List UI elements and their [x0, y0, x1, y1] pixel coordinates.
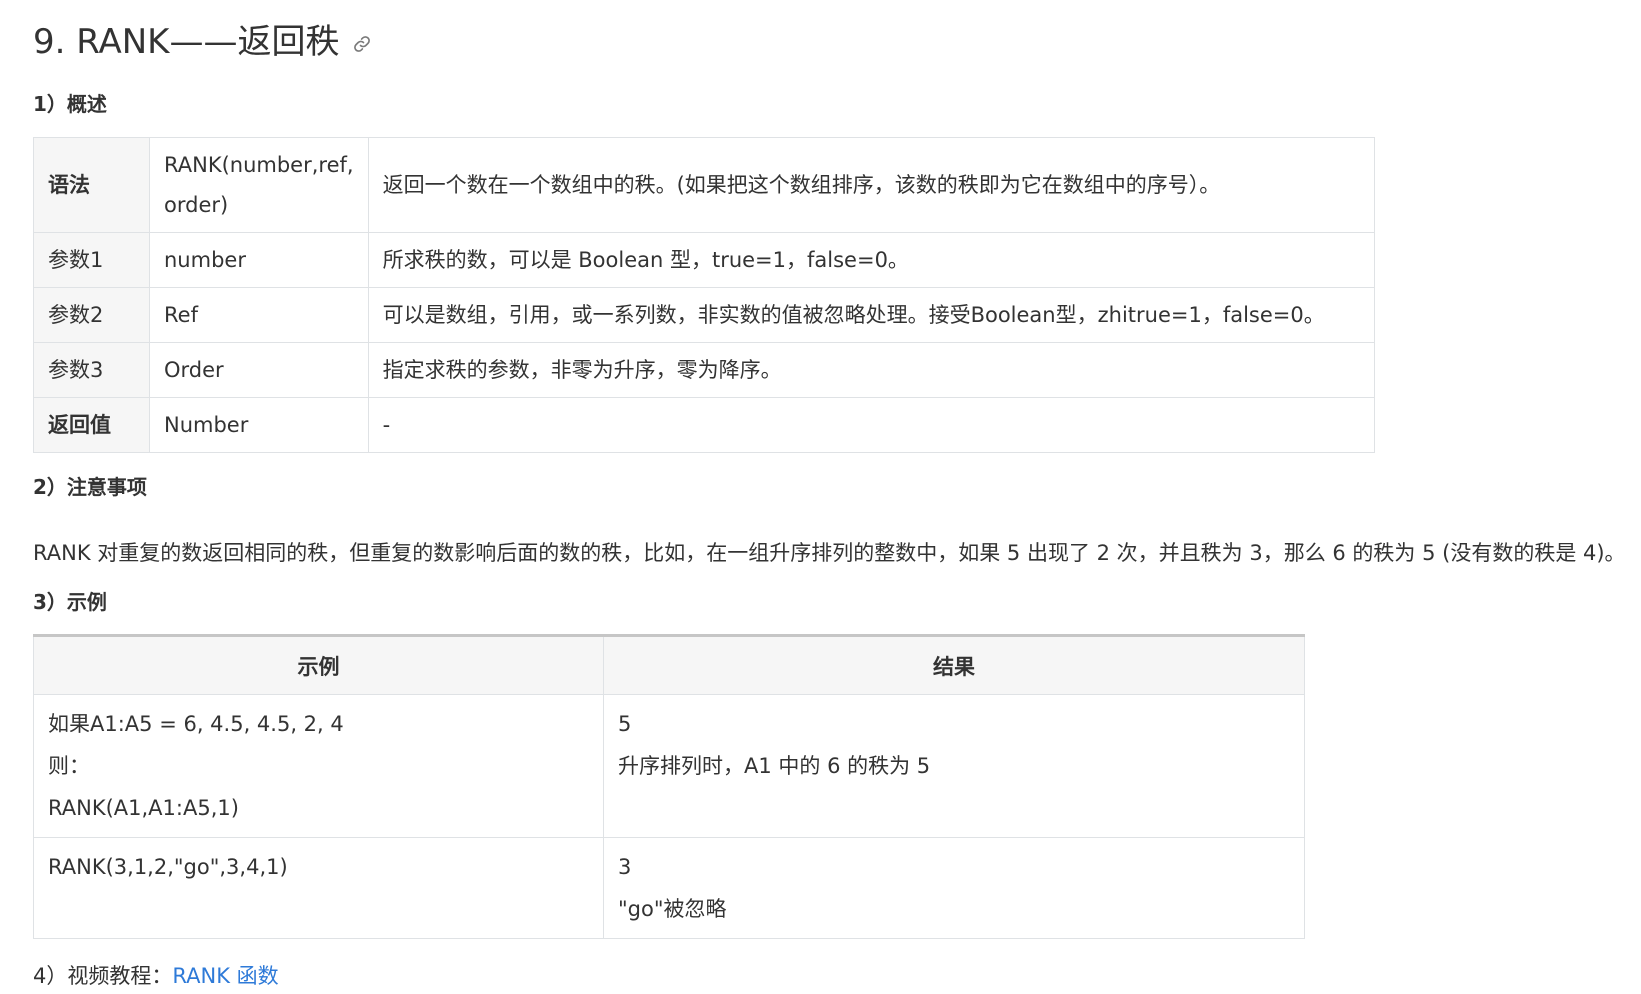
param3-label: 参数3 [33, 342, 150, 398]
table-row: 参数2 Ref 可以是数组，引用，或一系列数，非实数的值被忽略处理。接受Bool… [33, 287, 1376, 343]
syntax-description: 返回一个数在一个数组中的秩。(如果把这个数组排序，该数的秩即为它在数组中的序号）… [367, 137, 1376, 233]
param2-description: 可以是数组，引用，或一系列数，非实数的值被忽略处理。接受Boolean型，zhi… [367, 287, 1376, 343]
table-row: 返回值 Number - [33, 397, 1376, 453]
link-icon[interactable] [353, 35, 371, 53]
notes-text: RANK 对重复的数返回相同的秩，但重复的数影响后面的数的秩，比如，在一组升序排… [33, 541, 1626, 565]
table-row: RANK(3,1,2,"go",3,4,1) 3 "go"被忽略 [33, 837, 1305, 939]
video-tutorial-link[interactable]: RANK 函数 [172, 964, 278, 988]
return-label: 返回值 [33, 397, 150, 453]
table-header-row: 示例 结果 [33, 635, 1305, 695]
table-row: 参数3 Order 指定求秩的参数，非零为升序，零为降序。 [33, 342, 1376, 398]
result-cell: 3 "go"被忽略 [603, 837, 1305, 939]
section-overview-heading: 1）概述 [33, 92, 107, 116]
param1-name: number [149, 232, 369, 288]
table-row: 参数1 number 所求秩的数，可以是 Boolean 型，true=1，fa… [33, 232, 1376, 288]
example-cell: 如果A1:A5 = 6, 4.5, 4.5, 2, 4 则： RANK(A1,A… [33, 694, 604, 838]
param2-label: 参数2 [33, 287, 150, 343]
syntax-label: 语法 [33, 137, 150, 233]
param1-label: 参数1 [33, 232, 150, 288]
page-title: 9. RANK——返回秩 [33, 14, 371, 63]
result-line: 5 [618, 712, 632, 736]
example-line: 则： [48, 754, 90, 778]
example-line: RANK(3,1,2,"go",3,4,1) [48, 855, 288, 879]
table-row: 如果A1:A5 = 6, 4.5, 4.5, 2, 4 则： RANK(A1,A… [33, 694, 1305, 838]
example-line: 如果A1:A5 = 6, 4.5, 4.5, 2, 4 [48, 712, 344, 736]
syntax-value-line1: RANK(number,ref, [164, 153, 354, 177]
video-tutorial: 4）视频教程：RANK 函数 [33, 960, 279, 990]
overview-table: 语法 RANK(number,ref, order) 返回一个数在一个数组中的秩… [33, 137, 1376, 453]
section-notes-heading: 2）注意事项 [33, 475, 147, 499]
example-line: RANK(A1,A1:A5,1) [48, 796, 239, 820]
return-type: Number [149, 397, 369, 453]
example-cell: RANK(3,1,2,"go",3,4,1) [33, 837, 604, 939]
return-description: - [367, 397, 1376, 453]
page: 9. RANK——返回秩 1）概述 语法 RANK(number,ref, or… [0, 0, 1641, 994]
result-cell: 5 升序排列时，A1 中的 6 的秩为 5 [603, 694, 1305, 838]
param3-name: Order [149, 342, 369, 398]
param1-description: 所求秩的数，可以是 Boolean 型，true=1，false=0。 [367, 232, 1376, 288]
column-header-result: 结果 [603, 635, 1305, 695]
param3-description: 指定求秩的参数，非零为升序，零为降序。 [367, 342, 1376, 398]
param2-name: Ref [149, 287, 369, 343]
table-row: 语法 RANK(number,ref, order) 返回一个数在一个数组中的秩… [33, 137, 1376, 233]
example-table: 示例 结果 如果A1:A5 = 6, 4.5, 4.5, 2, 4 则： RAN… [33, 634, 1305, 939]
syntax-value: RANK(number,ref, order) [149, 137, 369, 233]
column-header-example: 示例 [33, 635, 604, 695]
result-line: 升序排列时，A1 中的 6 的秩为 5 [618, 754, 931, 778]
video-tutorial-label: 4）视频教程： [33, 964, 173, 988]
page-title-text: 9. RANK——返回秩 [33, 22, 340, 62]
syntax-value-line2: order) [164, 193, 229, 217]
section-examples-heading: 3）示例 [33, 590, 107, 614]
result-line: 3 [618, 855, 632, 879]
result-line: "go"被忽略 [618, 897, 727, 921]
